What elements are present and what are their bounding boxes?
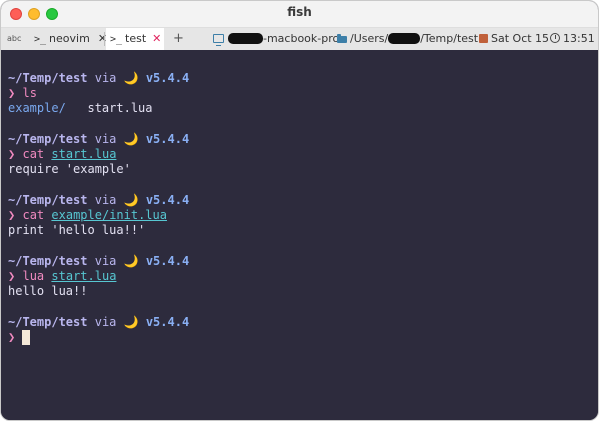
prompt-path: ~/Temp/test — [8, 193, 88, 207]
redacted-username — [388, 33, 421, 44]
command-output: hello lua!! — [8, 284, 88, 298]
clock-icon — [550, 33, 560, 43]
new-tab-button[interactable]: + — [173, 28, 184, 50]
command-argument: start.lua — [51, 147, 117, 161]
time-text: 13:51 — [563, 32, 595, 45]
prompt-line: ~/Temp/test via 🌙 v5.4.4 — [8, 132, 189, 147]
command-name: lua — [22, 269, 45, 283]
terminal-prompt-icon: >_ — [110, 34, 123, 45]
output-line: hello lua!! — [8, 284, 87, 299]
prompt-chevron-icon: ❯ — [8, 208, 16, 222]
redacted-hostname — [228, 33, 263, 44]
status-host: -macbook-pro — [213, 28, 339, 50]
date-text: Sat Oct 15 — [491, 32, 550, 45]
moon-icon: 🌙 — [123, 193, 139, 207]
tab-label: test — [125, 32, 147, 45]
tab-divider — [104, 32, 105, 46]
status-date: Sat Oct 15 — [479, 28, 549, 50]
prompt-chevron-icon: ❯ — [8, 269, 16, 283]
tab-bar: abc >_ neovim ✕ >_ test ✕ + -macbook-pro /Us… — [1, 28, 598, 50]
path-suffix: /Temp/test — [420, 32, 479, 45]
prompt-chevron-icon: ❯ — [8, 147, 16, 161]
terminal-prompt-icon: >_ — [34, 34, 47, 45]
command-line: ❯ cat example/init.lua — [8, 208, 167, 223]
monitor-icon — [213, 34, 224, 46]
prompt-path: ~/Temp/test — [8, 71, 88, 85]
prompt-path: ~/Temp/test — [8, 254, 88, 268]
lua-version: v5.4.4 — [145, 132, 190, 146]
prompt-via: via — [94, 132, 117, 146]
prompt-via: via — [94, 193, 117, 207]
prompt-chevron-icon: ❯ — [8, 330, 16, 344]
prompt-line: ~/Temp/test via 🌙 v5.4.4 — [8, 193, 189, 208]
command-name: cat — [22, 208, 45, 222]
command-output: require 'example' — [8, 162, 131, 176]
command-line: ❯ ls — [8, 86, 37, 101]
moon-icon: 🌙 — [123, 315, 139, 329]
prompt-chevron-icon: ❯ — [8, 86, 16, 100]
prompt-via: via — [94, 315, 117, 329]
lua-version: v5.4.4 — [145, 254, 190, 268]
tab-test[interactable]: >_ test ✕ — [106, 28, 164, 50]
command-argument: example/init.lua — [51, 208, 167, 222]
tab-neovim[interactable]: >_ neovim ✕ — [34, 28, 107, 50]
active-command-line[interactable]: ❯ — [8, 330, 31, 345]
prompt-via: via — [94, 254, 117, 268]
command-name: cat — [22, 147, 45, 161]
lua-version: v5.4.4 — [145, 71, 190, 85]
close-tab-icon[interactable]: ✕ — [152, 32, 161, 45]
text-cursor — [22, 330, 31, 345]
command-argument: start.lua — [51, 269, 117, 283]
command-output: print 'hello lua!!' — [8, 223, 146, 237]
lua-version: v5.4.4 — [145, 193, 190, 207]
moon-icon: 🌙 — [123, 71, 139, 85]
prompt-line: ~/Temp/test via 🌙 v5.4.4 — [8, 315, 189, 330]
title-bar: fish — [1, 1, 598, 28]
terminal-output[interactable]: ~/Temp/test via 🌙 v5.4.4 ❯ ls example/ s… — [1, 51, 598, 420]
moon-icon: 🌙 — [123, 132, 139, 146]
prompt-line: ~/Temp/test via 🌙 v5.4.4 — [8, 71, 189, 86]
lua-version: v5.4.4 — [145, 315, 190, 329]
ls-entry-file: start.lua — [87, 101, 153, 115]
output-line: example/ start.lua — [8, 101, 153, 116]
prompt-path: ~/Temp/test — [8, 132, 88, 146]
input-source-indicator: abc — [7, 34, 22, 43]
status-path: /Users/ /Temp/test — [337, 28, 478, 50]
moon-icon: 🌙 — [123, 254, 139, 268]
command-line: ❯ lua start.lua — [8, 269, 116, 284]
folder-icon — [337, 34, 347, 43]
command-line: ❯ cat start.lua — [8, 147, 116, 162]
host-suffix: -macbook-pro — [263, 32, 340, 45]
prompt-line: ~/Temp/test via 🌙 v5.4.4 — [8, 254, 189, 269]
status-time: 13:51 — [550, 28, 595, 50]
window-title: fish — [287, 5, 312, 19]
output-line: print 'hello lua!!' — [8, 223, 145, 238]
ls-entry-dir: example/ — [8, 101, 66, 115]
command-name: ls — [22, 86, 37, 100]
calendar-icon — [479, 34, 488, 43]
tab-label: neovim — [49, 32, 90, 45]
prompt-path: ~/Temp/test — [8, 315, 88, 329]
path-prefix: /Users/ — [350, 32, 389, 45]
terminal-window: fish abc >_ neovim ✕ >_ test ✕ + -macbook-pr… — [0, 0, 599, 421]
output-line: require 'example' — [8, 162, 131, 177]
prompt-via: via — [94, 71, 117, 85]
